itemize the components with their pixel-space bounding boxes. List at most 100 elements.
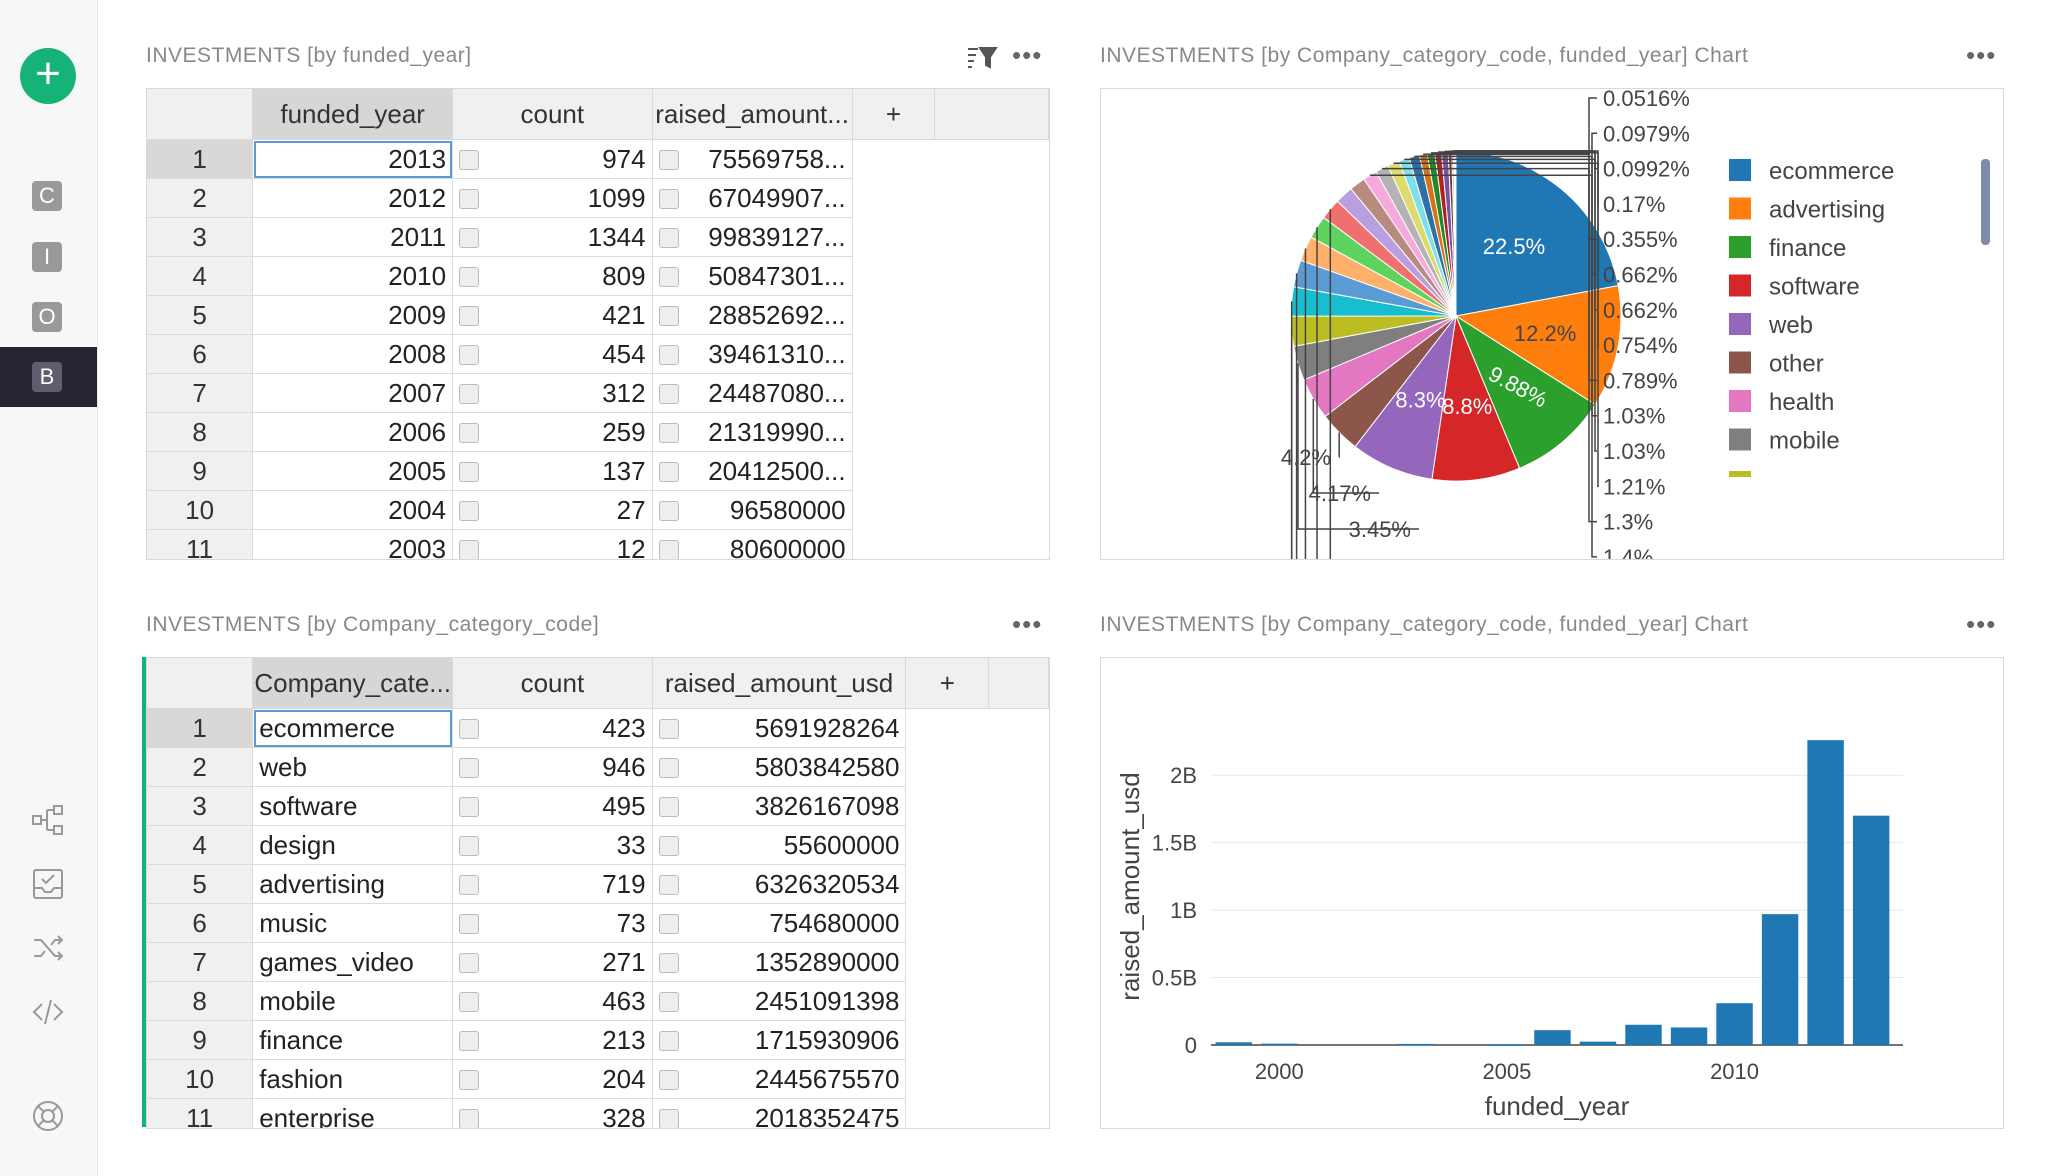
table1-cell-key[interactable]: 2013 <box>252 139 454 179</box>
bar-panel-more-button[interactable]: ••• <box>1966 609 1996 640</box>
cell-menu-icon[interactable] <box>459 1069 480 1090</box>
table1-cell-key[interactable]: 2006 <box>252 412 454 452</box>
table2-cell-raised[interactable]: 1715930906 <box>652 1020 907 1060</box>
table2-cell-count[interactable]: 204 <box>452 1059 653 1099</box>
cell-menu-icon[interactable] <box>658 305 679 326</box>
table2-cell-raised[interactable]: 2445675570 <box>652 1059 907 1099</box>
table2-cell-key[interactable]: fashion <box>252 1059 454 1099</box>
table2-cell-raised[interactable]: 6326320534 <box>652 864 907 904</box>
cell-menu-icon[interactable] <box>459 266 480 287</box>
cell-menu-icon[interactable] <box>658 344 679 365</box>
table1-cell-key[interactable]: 2003 <box>252 529 454 559</box>
table1-row-number[interactable]: 2 <box>147 178 254 218</box>
cell-menu-icon[interactable] <box>658 1030 679 1051</box>
cell-menu-icon[interactable] <box>658 227 679 248</box>
cell-menu-icon[interactable] <box>459 383 480 404</box>
pie-panel-more-button[interactable]: ••• <box>1966 40 1996 71</box>
cell-menu-icon[interactable] <box>658 796 679 817</box>
cell-menu-icon[interactable] <box>459 500 480 521</box>
table1-cell-count[interactable]: 27 <box>452 490 653 530</box>
table2-col-header[interactable]: count <box>452 658 653 709</box>
rail-item-c[interactable]: C <box>0 166 97 226</box>
table2-cell-raised[interactable]: 5803842580 <box>652 747 907 787</box>
table2-col-header[interactable]: raised_amount_usd <box>652 658 907 709</box>
table1-cell-count[interactable]: 137 <box>452 451 653 491</box>
cell-menu-icon[interactable] <box>658 913 679 934</box>
cell-menu-icon[interactable] <box>658 835 679 856</box>
table2-col-header[interactable]: Company_cate... <box>252 658 454 709</box>
cell-menu-icon[interactable] <box>459 757 480 778</box>
table1-row-number[interactable]: 3 <box>147 217 254 257</box>
shuffle-icon[interactable] <box>30 930 66 966</box>
table1-cell-count[interactable]: 1099 <box>452 178 653 218</box>
help-lifebuoy-icon[interactable] <box>30 1098 66 1134</box>
table1-cell-raised[interactable]: 21319990... <box>652 412 853 452</box>
rail-item-i[interactable]: I <box>0 227 97 287</box>
table2-row-number[interactable]: 8 <box>147 981 254 1021</box>
table2-cell-count[interactable]: 719 <box>452 864 653 904</box>
table1-cell-key[interactable]: 2007 <box>252 373 454 413</box>
cell-menu-icon[interactable] <box>459 1108 480 1128</box>
table2-cell-key[interactable]: software <box>252 786 454 826</box>
table2-cell-key[interactable]: web <box>252 747 454 787</box>
table2-row-number[interactable]: 5 <box>147 864 254 904</box>
table2-cell-key[interactable]: ecommerce <box>252 708 454 748</box>
cell-menu-icon[interactable] <box>658 539 679 559</box>
table1-cell-count[interactable]: 12 <box>452 529 653 559</box>
table2-cell-raised[interactable]: 1352890000 <box>652 942 907 982</box>
table2-cell-key[interactable]: advertising <box>252 864 454 904</box>
table1-more-button[interactable]: ••• <box>1012 40 1042 71</box>
table2-cell-raised[interactable]: 55600000 <box>652 825 907 865</box>
table2-cell-raised[interactable]: 2451091398 <box>652 981 907 1021</box>
table1-cell-raised[interactable]: 96580000 <box>652 490 853 530</box>
cell-menu-icon[interactable] <box>459 952 480 973</box>
table1-row-number[interactable]: 9 <box>147 451 254 491</box>
table1-cell-raised[interactable]: 99839127... <box>652 217 853 257</box>
hierarchy-icon[interactable] <box>30 802 66 838</box>
table2-cell-key[interactable]: finance <box>252 1020 454 1060</box>
table1-cell-raised[interactable]: 80600000 <box>652 529 853 559</box>
cell-menu-icon[interactable] <box>459 835 480 856</box>
table1-cell-key[interactable]: 2010 <box>252 256 454 296</box>
table1-cell-raised[interactable]: 28852692... <box>652 295 853 335</box>
table1-cell-count[interactable]: 259 <box>452 412 653 452</box>
code-icon[interactable] <box>30 994 66 1030</box>
table2-row-number[interactable]: 7 <box>147 942 254 982</box>
cell-menu-icon[interactable] <box>658 991 679 1012</box>
cell-menu-icon[interactable] <box>459 991 480 1012</box>
cell-menu-icon[interactable] <box>459 718 480 739</box>
rail-item-b[interactable]: B <box>0 347 97 407</box>
table1-cell-raised[interactable]: 20412500... <box>652 451 853 491</box>
table1-cell-count[interactable]: 454 <box>452 334 653 374</box>
cell-menu-icon[interactable] <box>459 461 480 482</box>
table2-cell-count[interactable]: 495 <box>452 786 653 826</box>
table2-cell-key[interactable]: enterprise <box>252 1098 454 1128</box>
table1-row-number[interactable]: 6 <box>147 334 254 374</box>
table2-more-button[interactable]: ••• <box>1012 609 1042 640</box>
cell-menu-icon[interactable] <box>459 305 480 326</box>
table2-row-number[interactable]: 10 <box>147 1059 254 1099</box>
table1-cell-raised[interactable]: 39461310... <box>652 334 853 374</box>
table2-cell-count[interactable]: 423 <box>452 708 653 748</box>
cell-menu-icon[interactable] <box>658 266 679 287</box>
cell-menu-icon[interactable] <box>658 422 679 443</box>
table2-cell-count[interactable]: 271 <box>452 942 653 982</box>
cell-menu-icon[interactable] <box>658 1069 679 1090</box>
table1-cell-raised[interactable]: 75569758... <box>652 139 853 179</box>
cell-menu-icon[interactable] <box>459 227 480 248</box>
cell-menu-icon[interactable] <box>658 874 679 895</box>
table1-cell-count[interactable]: 809 <box>452 256 653 296</box>
table2-cell-raised[interactable]: 754680000 <box>652 903 907 943</box>
table1-cell-raised[interactable]: 67049907... <box>652 178 853 218</box>
cell-menu-icon[interactable] <box>459 796 480 817</box>
add-button[interactable]: + <box>20 48 76 104</box>
add-column-button[interactable]: + <box>852 89 936 140</box>
table2-cell-count[interactable]: 463 <box>452 981 653 1021</box>
table1-row-number[interactable]: 1 <box>147 139 254 179</box>
table2-cell-raised[interactable]: 3826167098 <box>652 786 907 826</box>
table1-cell-raised[interactable]: 50847301... <box>652 256 853 296</box>
table1-cell-count[interactable]: 421 <box>452 295 653 335</box>
table2-row-number[interactable]: 11 <box>147 1098 254 1128</box>
table2-cell-count[interactable]: 213 <box>452 1020 653 1060</box>
table1-row-number[interactable]: 4 <box>147 256 254 296</box>
